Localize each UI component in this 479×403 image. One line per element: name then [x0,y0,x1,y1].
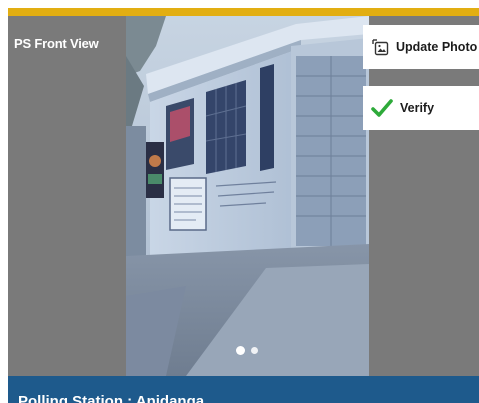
carousel-indicator [236,346,258,355]
top-accent-bar [8,8,479,16]
view-title: PS Front View [14,36,99,51]
photo-viewer: PS Front View Update Photo Verify [8,16,479,376]
polling-station-photo[interactable] [126,16,369,376]
carousel-dot-active[interactable] [236,346,245,355]
polling-station-title: Polling Station : Anjdanga [18,393,205,403]
verify-label: Verify [400,101,435,115]
update-photo-label: Update Photo [396,40,478,54]
building-photo-graphic [126,16,369,376]
verify-button[interactable]: Verify [363,86,479,130]
check-icon [371,98,393,118]
footer-bar: Polling Station : Anjdanga [8,376,479,403]
carousel-dot[interactable] [251,347,258,354]
update-photo-button[interactable]: Update Photo [363,25,479,69]
photo-replace-icon [371,38,389,56]
